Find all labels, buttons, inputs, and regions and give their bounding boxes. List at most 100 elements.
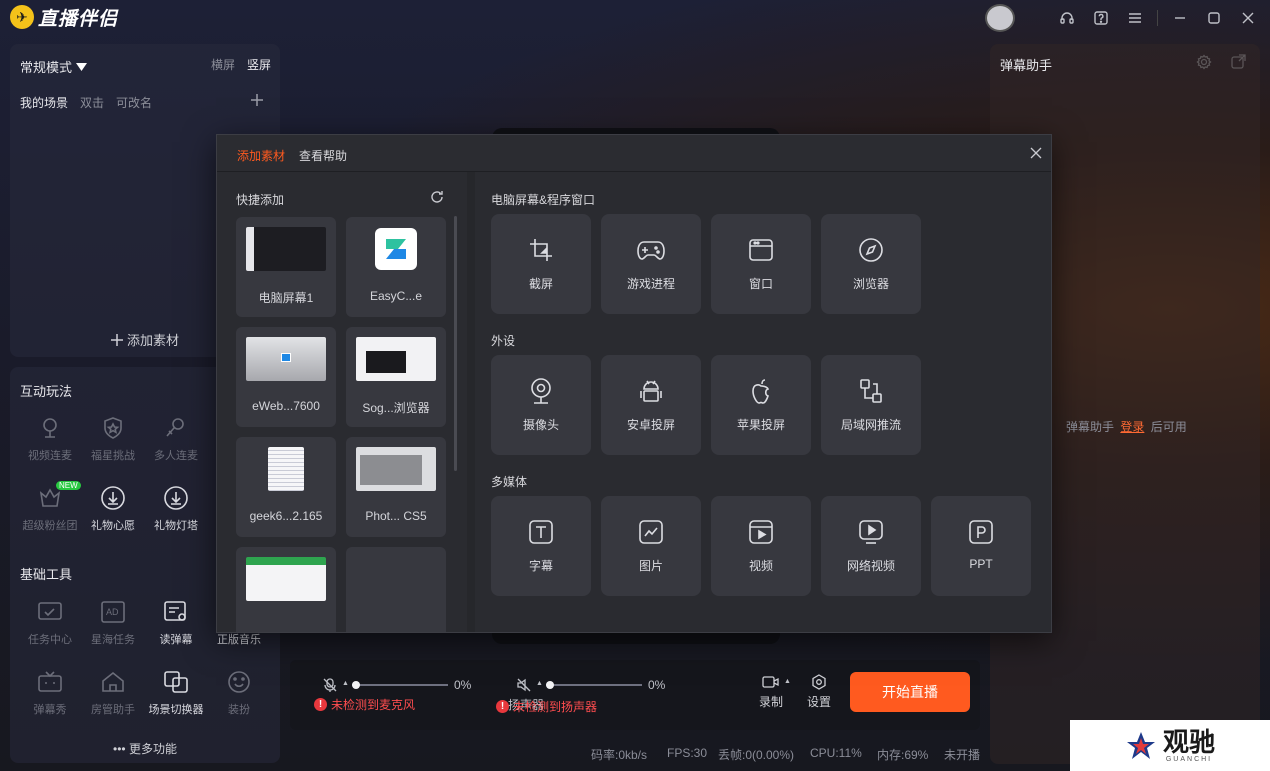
caret-up-icon[interactable]: ▲: [342, 680, 349, 687]
tool-label: 弹幕秀: [33, 704, 67, 716]
source-lan-stream[interactable]: 局域网推流: [821, 355, 921, 455]
tool-room-manager[interactable]: 房管助手: [83, 667, 143, 717]
section-title: 外设: [491, 334, 516, 348]
section-title: 电脑屏幕&程序窗口: [491, 193, 596, 207]
caret-down-icon: [76, 62, 88, 71]
quick-item[interactable]: [346, 547, 446, 632]
mic-percent: 0%: [454, 678, 472, 692]
read-barrage-icon: [160, 597, 192, 627]
tool-super-fan[interactable]: NEW 超级粉丝团: [20, 481, 81, 533]
caret-up-icon[interactable]: ▲: [536, 680, 543, 687]
quick-item[interactable]: geek6...2.165: [236, 437, 336, 537]
quick-item[interactable]: eWeb...7600: [236, 327, 336, 427]
close-icon[interactable]: [1238, 8, 1258, 28]
speaker-warning-text: 未检测到扬声器: [513, 700, 598, 714]
hint-post: 后可用: [1150, 420, 1187, 434]
section-title: 多媒体: [491, 475, 528, 489]
tool-label: 礼物心愿: [91, 520, 135, 532]
super-fan-icon: NEW: [34, 481, 81, 513]
quick-item-label: Sog...浏览器: [362, 401, 430, 415]
speaker-mute-icon[interactable]: [516, 677, 532, 696]
tool-task-center[interactable]: 任务中心: [20, 597, 80, 647]
quick-item[interactable]: EasyC...e: [346, 217, 446, 317]
refresh-icon[interactable]: [429, 189, 445, 208]
mic-volume-knob[interactable]: [352, 681, 360, 689]
mode-selector[interactable]: 常规模式: [20, 57, 88, 76]
source-camera[interactable]: 摄像头: [491, 355, 591, 455]
tool-label: 任务中心: [28, 634, 72, 646]
source-ppt[interactable]: PPT: [931, 496, 1031, 596]
avatar[interactable]: [985, 4, 1015, 32]
app-name: 直播伴侣: [38, 8, 119, 30]
tool-scene-switch[interactable]: 场景切换器: [146, 667, 206, 717]
minimize-icon[interactable]: [1170, 8, 1190, 28]
quick-item[interactable]: [236, 547, 336, 632]
dialog-close-icon[interactable]: [1029, 146, 1043, 163]
source-game[interactable]: 游戏进程: [601, 214, 701, 314]
popout-icon[interactable]: [1230, 54, 1246, 73]
logo-icon: ✈: [10, 5, 34, 29]
start-live-button[interactable]: 开始直播: [850, 672, 970, 712]
tool-barrage-show[interactable]: 弹幕秀: [20, 667, 80, 717]
thumbnail: [268, 447, 304, 491]
tab-add-source[interactable]: 添加素材: [237, 147, 285, 164]
task-icon: [34, 597, 66, 627]
scene-title: 我的场景: [20, 96, 69, 110]
tool-gift-tower[interactable]: 礼物灯塔: [146, 483, 206, 533]
quick-item[interactable]: 电脑屏幕1: [236, 217, 336, 317]
tool-video-mic[interactable]: 视频连麦: [20, 413, 80, 463]
thumbnail: [246, 227, 326, 271]
source-window[interactable]: 窗口: [711, 214, 811, 314]
svg-text:AD: AD: [106, 607, 119, 617]
tool-read-barrage[interactable]: 读弹幕: [146, 597, 206, 647]
status-drop: 丢帧:0(0.00%): [718, 748, 795, 762]
maximize-icon[interactable]: [1204, 8, 1224, 28]
source-browser[interactable]: 浏览器: [821, 214, 921, 314]
quick-item[interactable]: Phot... CS5: [346, 437, 446, 537]
barrage-title: 弹幕助手: [1000, 58, 1053, 73]
settings-button[interactable]: 设置: [804, 674, 834, 710]
source-text[interactable]: 字幕: [491, 496, 591, 596]
tool-label: 装扮: [228, 704, 250, 716]
headset-icon[interactable]: [1057, 8, 1077, 28]
source-apple[interactable]: 苹果投屏: [711, 355, 811, 455]
mic-mute-icon[interactable]: [322, 677, 338, 696]
source-android[interactable]: 安卓投屏: [601, 355, 701, 455]
source-image[interactable]: 图片: [601, 496, 701, 596]
speaker-volume-knob[interactable]: [546, 681, 554, 689]
scrollbar[interactable]: [454, 216, 457, 471]
window-icon: [745, 234, 777, 266]
caret-up-icon[interactable]: ▲: [784, 678, 791, 685]
tool-star-task[interactable]: AD 星海任务: [83, 597, 143, 647]
orient-vertical[interactable]: 竖屏: [247, 56, 271, 73]
settings-gear-icon[interactable]: [1196, 54, 1212, 73]
title-divider: [1157, 10, 1158, 26]
more-label: 更多功能: [128, 742, 177, 756]
quick-item[interactable]: Sog...浏览器: [346, 327, 446, 427]
help-icon[interactable]: [1091, 8, 1111, 28]
thumbnail: [246, 337, 326, 381]
hint-pre: 弹幕助手: [1066, 420, 1115, 434]
mic-volume-slider[interactable]: [352, 684, 448, 686]
scene-hint: 可改名: [116, 96, 153, 110]
speaker-volume-slider[interactable]: [546, 684, 642, 686]
tool-multi-mic[interactable]: 多人连麦: [146, 413, 206, 463]
add-scene-icon[interactable]: [250, 93, 264, 110]
source-screenshot[interactable]: 截屏: [491, 214, 591, 314]
apple-icon: [745, 375, 777, 407]
orient-horizontal[interactable]: 横屏: [211, 56, 235, 73]
tab-help[interactable]: 查看帮助: [299, 147, 347, 164]
mic-icon: [34, 413, 66, 443]
record-button[interactable]: 录制: [756, 674, 786, 710]
more-features-button[interactable]: ••• 更多功能: [10, 740, 280, 757]
tool-label: 视频连麦: [28, 450, 72, 462]
text-icon: [525, 516, 557, 548]
quick-item-label: EasyC...e: [369, 289, 423, 303]
source-video[interactable]: 视频: [711, 496, 811, 596]
source-web-video[interactable]: 网络视频: [821, 496, 921, 596]
tool-gift-wish[interactable]: 礼物心愿: [83, 483, 143, 533]
login-link[interactable]: 登录: [1120, 420, 1144, 434]
menu-icon[interactable]: [1125, 8, 1145, 28]
tool-dressup[interactable]: 装扮: [209, 667, 269, 717]
tool-lucky-star[interactable]: 福星挑战: [83, 413, 143, 463]
